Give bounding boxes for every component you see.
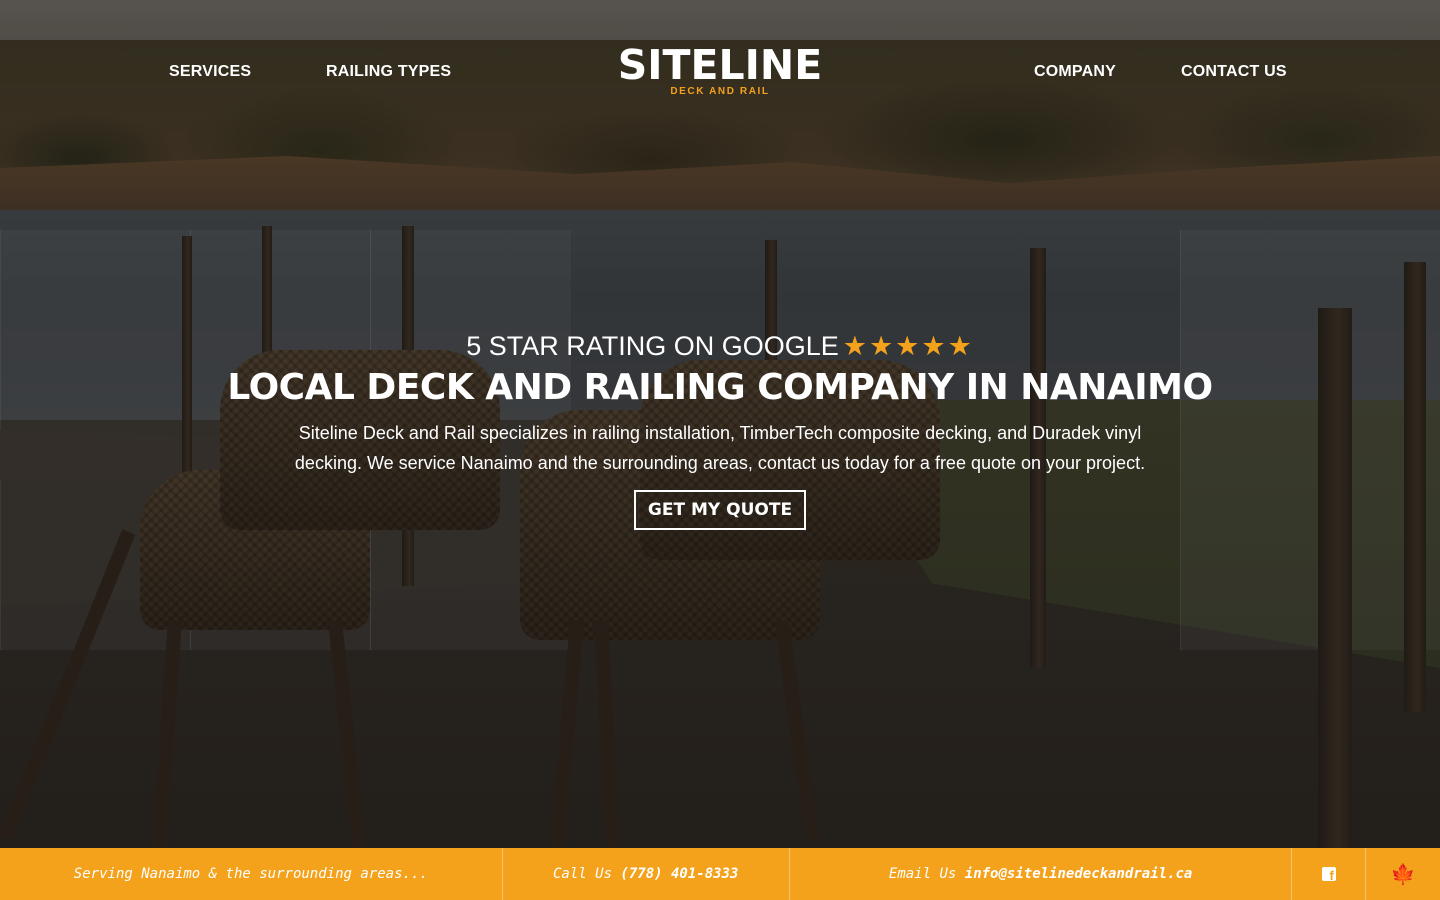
star-rating-icon: ★★★★★	[842, 331, 974, 361]
service-area-cell: Serving Nanaimo & the surrounding areas.…	[0, 848, 503, 900]
nav-link-services[interactable]: SERVICES	[169, 63, 251, 81]
logo-wordmark: SITELINE	[617, 41, 823, 89]
info-bar: Serving Nanaimo & the surrounding areas.…	[0, 848, 1440, 900]
phone-cell[interactable]: Call Us (778) 401-8333	[503, 848, 790, 900]
phone-number-link[interactable]: (778) 401-8333	[620, 866, 738, 882]
hero-headline: LOCAL DECK AND RAILING COMPANY IN NANAIM…	[227, 367, 1213, 408]
maple-leaf-icon: 🍁	[1390, 862, 1416, 886]
hero-description: Siteline Deck and Rail specializes in ra…	[294, 423, 1146, 473]
rating-text: 5 STAR RATING ON GOOGLE	[466, 331, 839, 361]
canada-link[interactable]: 🍁	[1366, 848, 1440, 900]
call-label: Call Us	[552, 866, 612, 882]
site-logo[interactable]: SITELINE DECK AND RAIL	[600, 42, 840, 97]
facebook-icon	[1321, 867, 1336, 883]
google-rating: 5 STAR RATING ON GOOGLE ★★★★★	[220, 328, 1220, 364]
nav-link-company[interactable]: COMPANY	[1034, 63, 1116, 81]
get-quote-button[interactable]: GET MY QUOTE	[633, 490, 807, 530]
hero-section: 5 STAR RATING ON GOOGLE ★★★★★ LOCAL DECK …	[220, 328, 1220, 530]
service-area-text: Serving Nanaimo & the surrounding areas.…	[73, 866, 428, 882]
page: SERVICES RAILING TYPES SITELINE DECK AND…	[0, 0, 1440, 900]
email-address-link[interactable]: info@sitelinedeckandrail.ca	[965, 866, 1193, 882]
email-cell[interactable]: Email Us info@sitelinedeckandrail.ca	[790, 848, 1293, 900]
facebook-link[interactable]	[1292, 848, 1367, 900]
email-label: Email Us	[888, 866, 957, 882]
nav-link-contact-us[interactable]: CONTACT US	[1181, 63, 1287, 81]
nav-link-railing-types[interactable]: RAILING TYPES	[326, 63, 451, 81]
